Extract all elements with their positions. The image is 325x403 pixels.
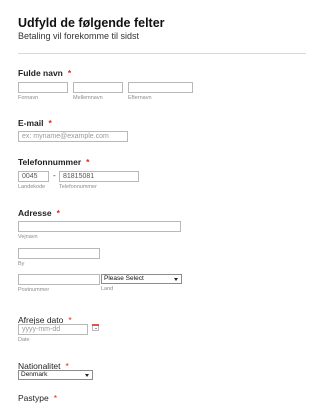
chevron-down-icon bbox=[85, 373, 89, 377]
departure-date-sublabel: Date bbox=[18, 337, 30, 343]
middle-name-sublabel: Mellemnavn bbox=[73, 95, 103, 101]
departure-date-input[interactable]: yyyy-mm-dd bbox=[18, 324, 88, 335]
first-name-input[interactable] bbox=[18, 82, 68, 93]
country-select[interactable]: Please Select bbox=[101, 274, 182, 284]
street-input[interactable] bbox=[18, 221, 181, 232]
required-marker: * bbox=[56, 208, 60, 218]
middle-name-input[interactable] bbox=[73, 82, 123, 93]
phone-number-input[interactable]: 81815081 bbox=[59, 171, 139, 182]
area-code-input[interactable]: 0045 bbox=[18, 171, 49, 182]
header-divider bbox=[18, 53, 324, 54]
passport-type-label: Pastype * bbox=[18, 393, 58, 403]
phone-number-sublabel: Telefonnummer bbox=[59, 184, 97, 190]
country-sublabel: Land bbox=[101, 286, 114, 292]
address-label: Adresse * bbox=[18, 208, 60, 218]
required-marker: * bbox=[48, 118, 52, 128]
postcode-sublabel: Postnummer bbox=[18, 287, 50, 293]
city-sublabel: By bbox=[18, 261, 25, 267]
phone-separator: - bbox=[53, 171, 56, 180]
required-marker: * bbox=[86, 157, 90, 167]
nationality-select[interactable]: Denmark bbox=[18, 370, 93, 380]
email-label: E-mail * bbox=[18, 118, 52, 128]
last-name-sublabel: Efternavn bbox=[128, 95, 152, 101]
first-name-sublabel: Fornavn bbox=[18, 95, 39, 101]
required-marker: * bbox=[67, 68, 72, 78]
required-marker: * bbox=[53, 393, 58, 403]
chevron-down-icon bbox=[174, 277, 178, 281]
city-input[interactable] bbox=[18, 248, 100, 259]
last-name-input[interactable] bbox=[128, 82, 193, 93]
full-name-label: Fulde navn * bbox=[18, 68, 72, 78]
form-subtitle: Betaling vil forekomme til sidst bbox=[18, 31, 140, 41]
form-title: Udfyld de følgende felter bbox=[18, 16, 165, 30]
phone-label: Telefonnummer * bbox=[18, 157, 90, 167]
calendar-icon[interactable] bbox=[92, 324, 99, 331]
postcode-input[interactable] bbox=[18, 274, 100, 285]
email-input[interactable]: ex: myname@example.com bbox=[18, 131, 128, 142]
street-sublabel: Vejnavn bbox=[18, 234, 38, 240]
area-code-sublabel: Landekode bbox=[18, 184, 46, 190]
